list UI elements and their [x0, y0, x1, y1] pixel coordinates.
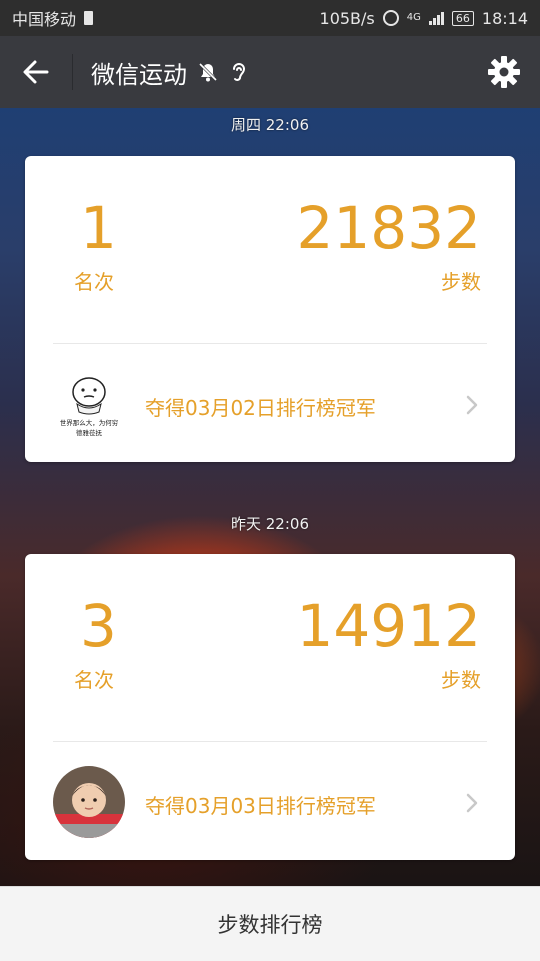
- rank-label: 名次: [74, 270, 114, 294]
- network-speed: 105B/s: [319, 8, 375, 28]
- avatar: 世界那么大，为何穷 德雅莅抚: [53, 368, 125, 440]
- rank-value: 3: [80, 592, 117, 660]
- champion-text: 夺得03月02日排行榜冠军: [145, 396, 376, 420]
- meme-caption-2: 德雅莅抚: [76, 428, 103, 437]
- meme-avatar-image: 世界那么大，为何穷 德雅莅抚: [60, 377, 119, 437]
- avatar: [53, 766, 125, 838]
- ranking-card[interactable]: 1 名次 21832 步数 世界那么大，为何穷 德雅莅抚 夺得03月02日排行榜…: [25, 156, 515, 462]
- steps-label: 步数: [441, 270, 481, 294]
- leaderboard-label: 步数排行榜: [217, 913, 323, 937]
- network-type: 4G: [406, 12, 421, 23]
- clock: 18:14: [481, 8, 528, 28]
- bell-off-icon: [197, 61, 219, 83]
- ranking-card[interactable]: 3 名次 14912 步数 夺得03月03日排行榜冠军: [25, 554, 515, 860]
- back-button[interactable]: [0, 36, 72, 108]
- page-title: 微信运动: [91, 60, 187, 89]
- chevron-right-icon: [466, 793, 478, 813]
- child-photo-avatar: [53, 766, 125, 838]
- ear-icon: [229, 61, 249, 83]
- app-bar: 微信运动: [0, 36, 540, 108]
- battery-icon: 66: [451, 10, 474, 26]
- gear-icon: [488, 56, 520, 88]
- settings-button[interactable]: [468, 36, 540, 108]
- status-bar: 中国移动 105B/s 4G 66 18:14: [0, 0, 540, 36]
- leaderboard-button[interactable]: 步数排行榜: [0, 886, 540, 961]
- carrier-label: 中国移动: [12, 10, 77, 29]
- champion-text: 夺得03月03日排行榜冠军: [145, 794, 376, 818]
- steps-value: 14912: [296, 592, 481, 660]
- arrow-left-icon: [23, 60, 49, 84]
- steps-value: 21832: [296, 194, 481, 262]
- alarm-icon: [382, 10, 399, 26]
- chevron-right-icon: [466, 395, 478, 415]
- timestamp: 昨天 22:06: [231, 515, 309, 533]
- sim-card-icon: [84, 11, 94, 25]
- rank-label: 名次: [74, 668, 114, 692]
- app-bar-divider: [72, 54, 73, 90]
- battery-level: 66: [455, 11, 470, 25]
- champion-row[interactable]: 夺得03月03日排行榜冠军: [25, 742, 515, 860]
- rank-value: 1: [80, 194, 117, 262]
- meme-caption-1: 世界那么大，为何穷: [60, 418, 119, 427]
- timestamp: 周四 22:06: [231, 116, 309, 134]
- champion-row[interactable]: 世界那么大，为何穷 德雅莅抚 夺得03月02日排行榜冠军: [25, 344, 515, 462]
- steps-label: 步数: [441, 668, 481, 692]
- signal-icon: [428, 11, 444, 25]
